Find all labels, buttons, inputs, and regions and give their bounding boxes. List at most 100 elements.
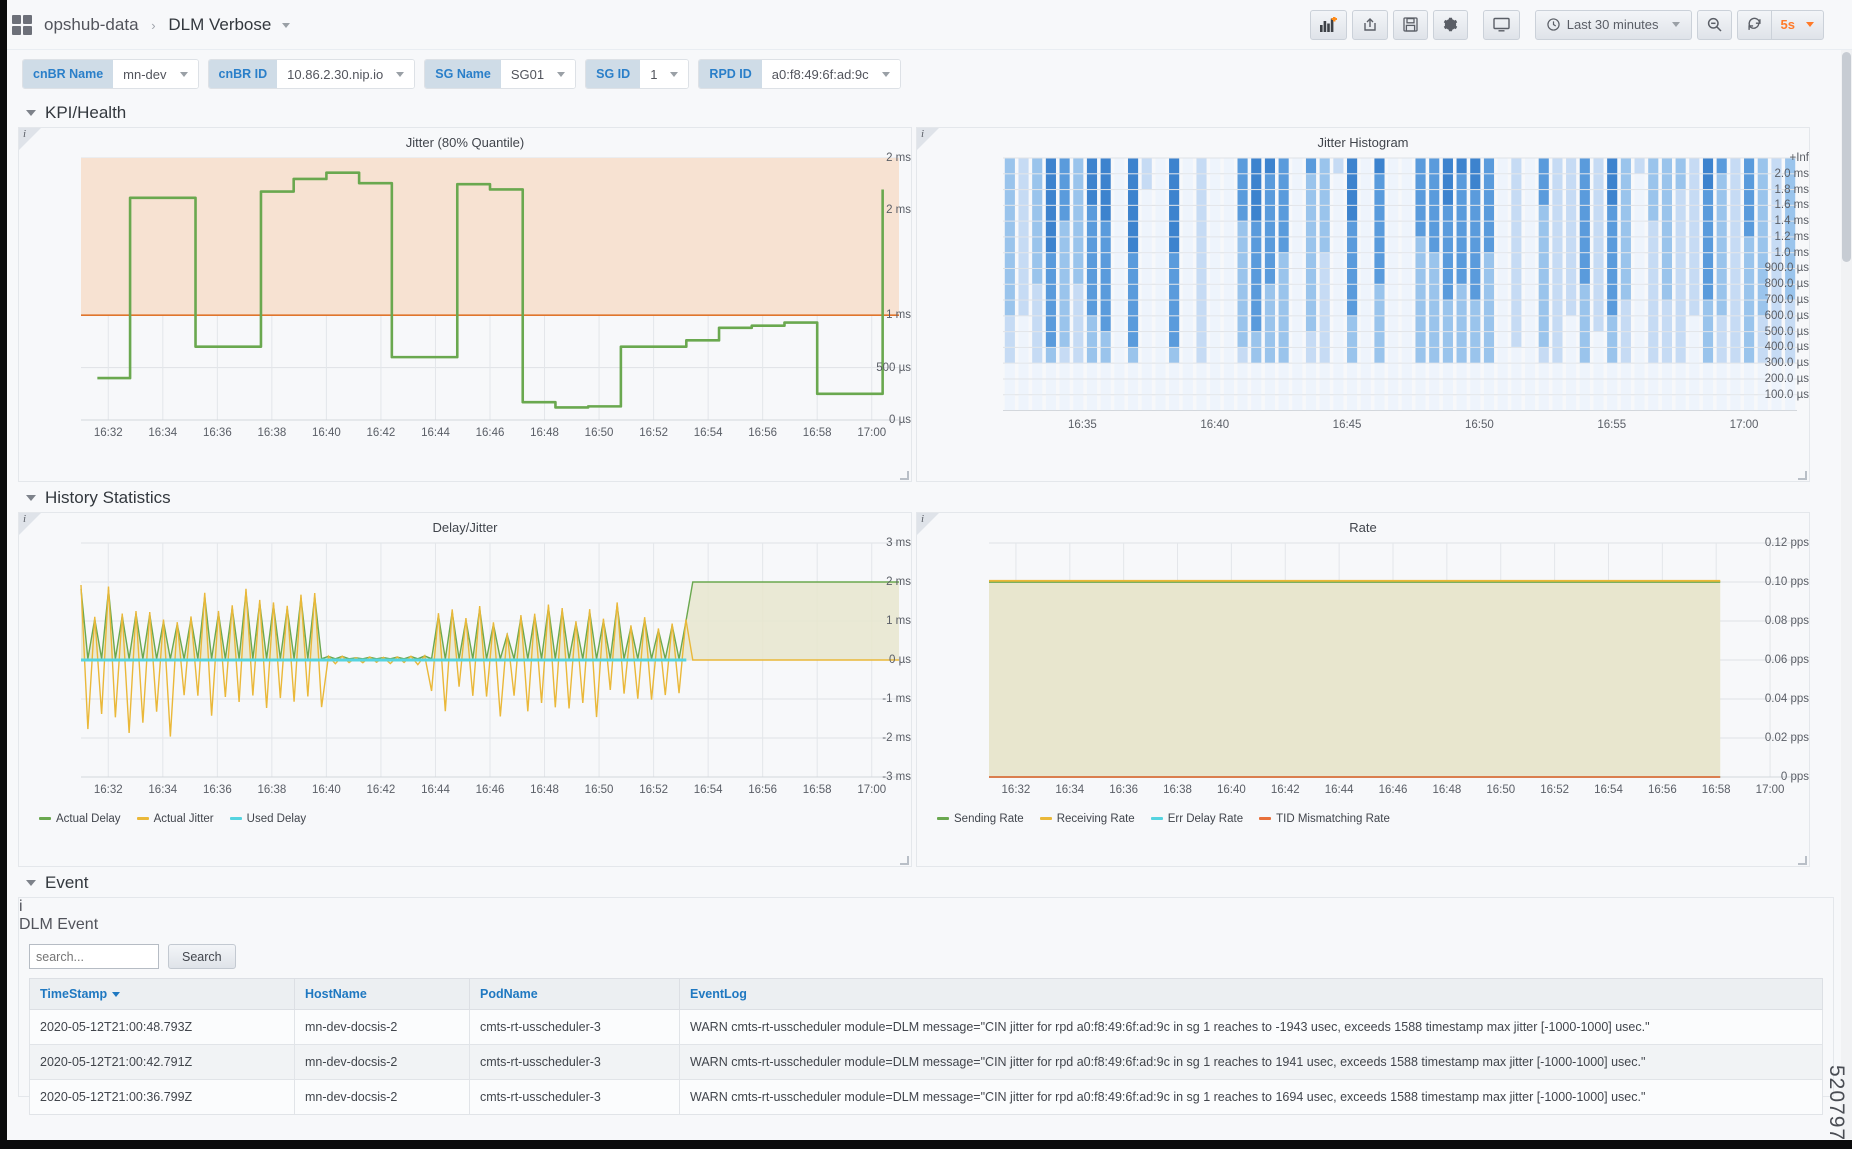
column-header-eventlog[interactable]: EventLog (679, 978, 1823, 1010)
heatmap-cell (1333, 205, 1344, 221)
info-icon[interactable]: i (19, 898, 1833, 916)
heatmap-cell (1278, 284, 1289, 300)
heatmap-cell (1661, 363, 1673, 379)
heatmap-cell (1127, 221, 1139, 237)
heatmap-cell (1073, 268, 1084, 284)
heatmap-cell (1169, 284, 1180, 300)
heatmap-cell (1579, 363, 1590, 379)
heatmap-cell (1127, 284, 1139, 300)
table-row[interactable]: 2020-05-12T21:00:48.793Z mn-dev-docsis-2 c… (29, 1009, 1823, 1045)
share-dashboard-button[interactable] (1351, 9, 1388, 40)
panel-resize-handle[interactable] (900, 471, 909, 480)
heatmap-cell (1716, 347, 1727, 363)
row-title: History Statistics (45, 488, 171, 507)
info-icon[interactable]: i (921, 128, 924, 140)
breadcrumb-folder[interactable]: opshub-data (44, 15, 139, 34)
panel-resize-handle[interactable] (900, 856, 909, 865)
table-row[interactable]: 2020-05-12T21:00:42.791Z mn-dev-docsis-2 c… (29, 1044, 1823, 1080)
panel-resize-handle[interactable] (1798, 856, 1807, 865)
dashboard-settings-button[interactable] (1432, 9, 1468, 40)
info-icon[interactable]: i (23, 128, 26, 140)
variable-value-dropdown[interactable]: 10.86.2.30.nip.io (277, 60, 415, 88)
table-cell-podname: cmts-rt-usscheduler-3 (469, 1044, 680, 1080)
legend-item[interactable]: Actual Delay (39, 813, 121, 825)
column-header-timestamp[interactable]: TimeStamp (29, 978, 295, 1010)
heatmap-cell (1251, 379, 1262, 395)
variable-value-dropdown[interactable]: 1 (640, 60, 689, 88)
legend-item[interactable]: Err Delay Rate (1150, 813, 1243, 825)
panel-resize-handle[interactable] (1798, 471, 1807, 480)
heatmap-cell (1634, 300, 1645, 316)
y-axis-tick-label: 1.4 ms (1774, 215, 1809, 228)
page-scrollbar-thumb[interactable] (1842, 52, 1851, 262)
heatmap-cell (1196, 237, 1207, 253)
row-header-history-statistics[interactable]: History Statistics (0, 482, 1852, 512)
heatmap-cell (1114, 253, 1125, 268)
heatmap-cell (1237, 316, 1248, 332)
table-row[interactable]: 2020-05-12T21:00:36.799Z mn-dev-docsis-2 c… (29, 1079, 1823, 1115)
heatmap-cell (1278, 268, 1289, 284)
x-axis-tick-label: 16:50 (1465, 418, 1494, 431)
row-header-kpi-health[interactable]: KPI/Health (0, 97, 1852, 127)
search-button[interactable]: Search (168, 944, 236, 969)
tv-mode-button[interactable] (1482, 9, 1520, 40)
table-cell-podname: cmts-rt-usscheduler-3 (469, 1079, 680, 1115)
heatmap-cell (1004, 268, 1015, 284)
page-title[interactable]: DLM Verbose (168, 15, 271, 34)
heatmap-cell (1100, 284, 1111, 300)
heatmap-cell (1401, 395, 1412, 411)
heatmap-cell (1579, 221, 1590, 237)
heatmap-cell (1333, 253, 1344, 268)
save-dashboard-button[interactable] (1392, 9, 1428, 40)
heatmap-cell (1524, 316, 1536, 332)
refresh-button[interactable] (1736, 9, 1771, 40)
refresh-interval-picker[interactable]: 5s (1770, 9, 1824, 40)
heatmap-cell (1470, 363, 1481, 379)
info-icon[interactable]: i (921, 513, 924, 525)
column-header-hostname[interactable]: HostName (294, 978, 470, 1010)
histogram-plot-area[interactable]: +Inf 2.0 ms 1.8 ms 1.6 ms 1.4 ms 1.2 ms 1.0 ms… (917, 150, 1809, 450)
heatmap-cell (1415, 363, 1426, 379)
heatmap-cell (1702, 395, 1714, 411)
legend-item[interactable]: TID Mismatching Rate (1259, 813, 1390, 825)
legend-item[interactable]: Receiving Rate (1039, 813, 1135, 825)
heatmap-cell (1538, 363, 1549, 379)
chevron-down-icon[interactable] (282, 22, 291, 28)
rate-plot-area[interactable]: 0.12 pps 0.10 pps 0.08 pps 0.06 pps 0.04 pps… (917, 535, 1809, 807)
y-axis-tick-label: 0.10 pps (1764, 576, 1809, 588)
info-icon[interactable]: i (23, 513, 26, 525)
heatmap-cell (1593, 347, 1604, 363)
heatmap-cell (1716, 379, 1727, 395)
x-axis-tick-label: 16:32 (93, 784, 123, 796)
heatmap-cell (1100, 316, 1111, 332)
heatmap-cell (1648, 316, 1659, 332)
jitter-plot-area[interactable]: 2 ms 2 ms 1 ms 500 µs 0 µs 16:32 16:34 16:36 16:… (19, 150, 911, 450)
heatmap-cell (1182, 379, 1193, 395)
row-header-event[interactable]: Event (0, 867, 1852, 897)
legend-item[interactable]: Sending Rate (937, 813, 1024, 825)
heatmap-cell (1689, 379, 1700, 395)
heatmap-cell (1483, 300, 1495, 316)
legend-item[interactable]: Used Delay (229, 813, 306, 825)
column-header-podname[interactable]: PodName (469, 978, 680, 1010)
variable-value-dropdown[interactable]: a0:f8:49:6f:ad:9c (761, 60, 900, 88)
heatmap-cell (1210, 332, 1221, 347)
search-input[interactable] (29, 944, 159, 969)
heatmap-cell (1702, 158, 1714, 174)
delay-jitter-plot-area[interactable]: 3 ms 2 ms 1 ms 0 µs -1 ms -2 ms -3 ms 16:32 16:3… (19, 535, 911, 807)
grid-apps-icon[interactable] (12, 14, 32, 35)
time-range-picker[interactable]: Last 30 minutes (1534, 9, 1692, 40)
heatmap-cell (1182, 395, 1193, 411)
legend-item[interactable]: Actual Jitter (136, 813, 214, 825)
chevron-down-icon (26, 110, 36, 116)
heatmap-cell (1497, 332, 1508, 347)
variable-value-dropdown[interactable]: SG01 (500, 60, 576, 88)
bottom-edge-band (0, 1140, 1852, 1149)
heatmap-cell (1374, 158, 1385, 174)
add-panel-button[interactable] (1309, 9, 1347, 40)
variable-value-dropdown[interactable]: mn-dev (113, 60, 198, 88)
heatmap-cell (1620, 316, 1631, 332)
panel-title: Rate (1349, 520, 1377, 535)
heatmap-cell (1607, 237, 1618, 253)
zoom-out-button[interactable] (1696, 9, 1732, 40)
